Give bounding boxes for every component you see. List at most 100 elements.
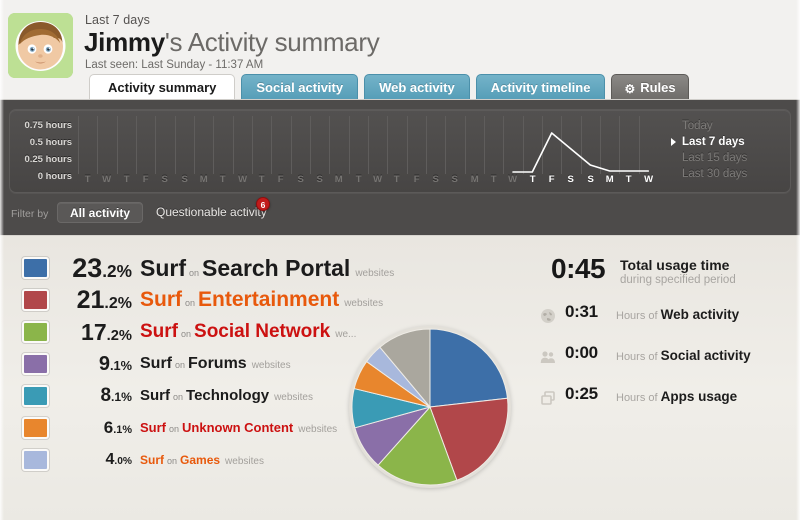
legend-percent: 17.2% xyxy=(58,317,132,351)
range-option-last-30-days[interactable]: Last 30 days xyxy=(670,166,790,182)
windows-icon xyxy=(540,390,556,406)
summary-body: 23.2% Surf on Search Portal websites 21.2% Sur… xyxy=(0,235,800,520)
legend-verb: Surf xyxy=(140,387,170,404)
graph-x-tick: S xyxy=(161,174,168,185)
legend-percent-int: 6 xyxy=(103,418,114,437)
tab-web-activity[interactable]: Web activity xyxy=(364,74,470,100)
tab-label: Activity timeline xyxy=(490,80,591,95)
legend-suffix: websites xyxy=(344,298,384,309)
graph-x-tick: T xyxy=(393,174,400,185)
graph-x-tick: M xyxy=(334,174,343,185)
legend-percent: 9.1% xyxy=(58,349,132,381)
last-seen-text: Last seen: Last Sunday - 11:37 AM xyxy=(85,59,264,71)
legend-percent-dec: .2% xyxy=(104,295,132,312)
graph-x-tick: M xyxy=(199,174,208,185)
legend-verb: Surf xyxy=(140,453,164,467)
legend-color-swatch xyxy=(22,289,49,311)
graph-x-tick: S xyxy=(567,174,574,185)
legend-verb: Surf xyxy=(140,420,166,435)
legend-category: Social Network xyxy=(194,321,331,342)
total-usage-subtitle: during specified period xyxy=(620,274,736,286)
legend-on-word: on xyxy=(175,360,186,370)
graph-x-tick: F xyxy=(548,174,555,185)
usage-stat-label: Hours of Social activity xyxy=(616,348,751,363)
activity-pie-chart xyxy=(345,322,515,492)
legend-percent: 23.2% xyxy=(58,253,132,286)
legend-verb: Surf xyxy=(140,288,182,311)
graph-x-axis: TWTFSSMTWTFSSMTWTFSSMTWTFSSMTW xyxy=(78,174,658,190)
range-option-today[interactable]: Today xyxy=(670,118,790,134)
legend-on-word: on xyxy=(167,456,178,466)
legend-on-word: on xyxy=(169,424,180,434)
activity-summary-page: Last 7 days Jimmy's Activity summary Las… xyxy=(0,0,800,520)
graph-x-tick: F xyxy=(413,174,420,185)
legend-percent-int: 23 xyxy=(72,253,103,283)
legend-item[interactable]: 23.2% Surf on Search Portal websites xyxy=(22,253,442,285)
tab-label: Web activity xyxy=(379,80,455,95)
legend-on-word: on xyxy=(173,392,184,402)
legend-percent-dec: .1% xyxy=(113,424,132,436)
legend-percent-dec: .1% xyxy=(109,358,132,373)
graph-x-tick: S xyxy=(451,174,458,185)
range-option-last-7-days[interactable]: Last 7 days xyxy=(670,134,790,150)
graph-x-tick: W xyxy=(238,174,248,185)
usage-stat-label: Hours of Web activity xyxy=(616,307,739,322)
tab-bar: Activity summary Social activity Web activ… xyxy=(89,74,695,100)
legend-percent: 8.1% xyxy=(58,381,132,412)
graph-y-tick: 0.25 hours xyxy=(24,154,72,165)
graph-x-tick: T xyxy=(529,174,536,185)
tab-social-activity[interactable]: Social activity xyxy=(241,74,359,100)
usage-stat-value: 0:00 xyxy=(565,343,598,362)
legend-description: Surf on Unknown Content websites xyxy=(140,413,337,445)
legend-color-swatch xyxy=(22,385,49,407)
graph-x-tick: T xyxy=(219,174,226,185)
legend-category: Games xyxy=(180,453,221,467)
graph-x-tick: S xyxy=(297,174,304,185)
legend-percent-int: 21 xyxy=(76,286,105,314)
filter-by-label: Filter by xyxy=(11,208,49,220)
legend-percent: 4.0% xyxy=(58,445,132,477)
legend-item[interactable]: 21.2% Surf on Entertainment websites xyxy=(22,285,442,317)
graph-x-tick: T xyxy=(625,174,632,185)
usage-stat-row: 0:31 Hours of Web activity xyxy=(540,300,790,341)
graph-x-tick: S xyxy=(181,174,188,185)
legend-percent-dec: .0% xyxy=(114,456,132,467)
tab-label: Activity summary xyxy=(108,80,217,95)
usage-stat-label: Hours of Apps usage xyxy=(616,389,737,404)
legend-description: Surf on Games websites xyxy=(140,445,264,477)
legend-description: Surf on Search Portal websites xyxy=(140,253,394,289)
tab-activity-summary[interactable]: Activity summary xyxy=(89,74,236,100)
avatar[interactable] xyxy=(8,13,73,78)
gear-icon: ⚙ xyxy=(624,82,636,96)
filter-bar: Filter by All activity Questionable acti… xyxy=(0,197,800,234)
legend-color-swatch xyxy=(22,353,49,375)
range-option-last-15-days[interactable]: Last 15 days xyxy=(670,150,790,166)
usage-stat-prefix: Hours of xyxy=(616,351,658,363)
graph-x-tick: W xyxy=(644,174,654,185)
page-title: Jimmy's Activity summary xyxy=(84,27,380,58)
legend-verb: Surf xyxy=(140,321,178,342)
boy-avatar-icon xyxy=(8,13,73,78)
legend-description: Surf on Entertainment websites xyxy=(140,285,383,319)
graph-y-tick: 0 hours xyxy=(37,171,72,182)
tab-rules[interactable]: ⚙ Rules xyxy=(611,74,689,100)
legend-suffix: websites xyxy=(251,360,291,371)
legend-percent: 6.1% xyxy=(58,413,132,445)
pie-svg xyxy=(349,326,511,488)
tab-activity-timeline[interactable]: Activity timeline xyxy=(475,74,606,100)
legend-category: Unknown Content xyxy=(182,420,294,435)
total-usage-stat: 0:45 Total usage time during specified p… xyxy=(540,253,790,300)
pie-slice[interactable] xyxy=(429,328,509,408)
legend-percent: 21.2% xyxy=(58,285,132,319)
usage-stat-name: Web activity xyxy=(660,307,740,322)
questionable-count-badge: 6 xyxy=(256,197,270,211)
graph-x-tick: T xyxy=(84,174,91,185)
legend-color-swatch xyxy=(22,449,49,471)
activity-line xyxy=(512,132,650,173)
graph-x-tick: S xyxy=(432,174,439,185)
tab-label: Social activity xyxy=(256,80,344,95)
graph-x-tick: M xyxy=(605,174,614,185)
graph-y-tick: 0.75 hours xyxy=(24,120,72,131)
activity-graph[interactable]: 0.75 hours 0.5 hours 0.25 hours 0 hours TWT… xyxy=(9,109,791,193)
filter-all-activity[interactable]: All activity xyxy=(57,202,144,223)
